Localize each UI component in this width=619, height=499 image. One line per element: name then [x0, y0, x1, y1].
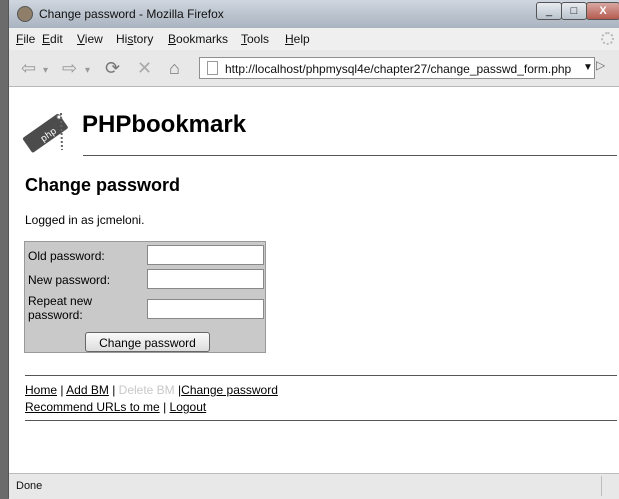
menu-file[interactable]: File: [16, 32, 35, 46]
url-bar[interactable]: http://localhost/phpmysql4e/chapter27/ch…: [199, 57, 595, 79]
menu-links-row-1: Home | Add BM | Delete BM |Change passwo…: [25, 383, 278, 397]
maximize-button[interactable]: □: [561, 2, 587, 20]
firefox-icon: [17, 6, 33, 22]
status-text: Done: [16, 480, 43, 492]
change-password-link[interactable]: Change password: [181, 383, 278, 397]
link-separator: |: [112, 383, 116, 397]
home-link[interactable]: Home: [25, 383, 57, 397]
menu-tools[interactable]: Tools: [241, 32, 269, 46]
link-separator: |: [60, 383, 64, 397]
forward-dropdown-icon[interactable]: ▾: [85, 65, 90, 76]
menu-bookmarks[interactable]: Bookmarks: [168, 32, 228, 46]
home-icon[interactable]: ⌂: [169, 58, 180, 79]
footer-divider-top: [25, 375, 617, 376]
go-icon[interactable]: ▷: [596, 58, 614, 78]
minimize-button[interactable]: _: [536, 2, 562, 20]
close-button[interactable]: X: [586, 2, 619, 20]
stop-icon[interactable]: ✕: [137, 58, 152, 79]
repeat-password-label: Repeat new password:: [28, 294, 93, 322]
menu-history[interactable]: History: [116, 32, 153, 46]
change-password-form: Old password: New password: Repeat new p…: [24, 241, 266, 353]
menu-view[interactable]: View: [77, 32, 103, 46]
php-tag-logo: php: [22, 112, 68, 153]
url-text[interactable]: http://localhost/phpmysql4e/chapter27/ch…: [225, 62, 571, 76]
footer-divider-bottom: [25, 420, 617, 421]
delete-bookmark-link: Delete BM: [118, 383, 175, 397]
logout-link[interactable]: Logout: [170, 400, 207, 414]
recommend-urls-link[interactable]: Recommend URLs to me: [25, 400, 160, 414]
change-password-button[interactable]: Change password: [85, 332, 210, 352]
status-divider: [601, 476, 602, 496]
menu-edit[interactable]: Edit: [42, 32, 63, 46]
window-title: Change password - Mozilla Firefox: [39, 7, 224, 21]
menu-links-row-2: Recommend URLs to me | Logout: [25, 400, 206, 414]
new-password-input[interactable]: [147, 269, 264, 289]
add-bookmark-link[interactable]: Add BM: [66, 383, 109, 397]
status-bar: Done: [9, 473, 619, 499]
throbber-icon: [601, 32, 614, 45]
page-icon: [207, 61, 218, 75]
menu-help[interactable]: Help: [285, 32, 310, 46]
old-password-input[interactable]: [147, 245, 264, 265]
repeat-password-input[interactable]: [147, 299, 264, 319]
page-content: php PHPbookmark Change password Logged i…: [9, 87, 619, 473]
forward-icon[interactable]: ⇨: [62, 58, 77, 79]
browser-window: Change password - Mozilla Firefox _ □ X …: [8, 0, 619, 499]
reload-icon[interactable]: ⟳: [105, 58, 120, 79]
url-dropdown-icon[interactable]: ▼: [583, 62, 593, 73]
title-bar: Change password - Mozilla Firefox _ □ X: [9, 0, 619, 29]
back-icon[interactable]: ⇦: [21, 58, 36, 79]
navigation-toolbar: ⇦ ▾ ⇨ ▾ ⟳ ✕ ⌂ http://localhost/phpmysql4…: [9, 50, 619, 87]
old-password-label: Old password:: [28, 249, 105, 263]
link-separator: |: [163, 400, 167, 414]
new-password-label: New password:: [28, 273, 111, 287]
back-dropdown-icon[interactable]: ▾: [43, 65, 48, 76]
page-title: Change password: [25, 175, 181, 195]
menu-bar: File Edit View History Bookmarks Tools H…: [9, 28, 619, 51]
site-brand: PHPbookmark: [82, 111, 247, 138]
header-divider: [83, 155, 617, 156]
logged-in-status: Logged in as jcmeloni.: [25, 213, 145, 227]
